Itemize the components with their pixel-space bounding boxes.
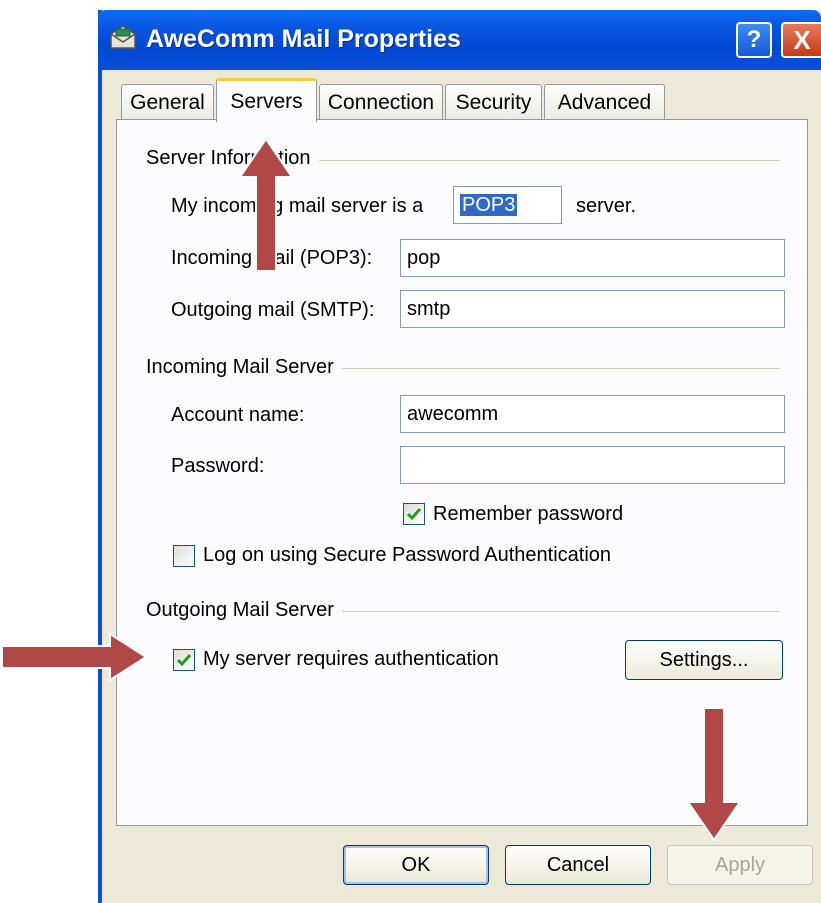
tab-connection[interactable]: Connection: [319, 84, 443, 120]
spa-checkbox[interactable]: [173, 545, 195, 567]
outgoing-mail-label: Outgoing mail (SMTP):: [171, 299, 375, 321]
password-label: Password:: [171, 455, 265, 477]
cancel-button[interactable]: Cancel: [505, 845, 651, 885]
mail-server-icon: [108, 24, 138, 52]
incoming-mail-field[interactable]: pop: [400, 239, 785, 277]
server-type-value: POP3: [460, 194, 518, 216]
tab-servers[interactable]: Servers: [216, 78, 317, 122]
ok-button[interactable]: OK: [343, 845, 489, 885]
remember-password-checkbox[interactable]: [403, 503, 425, 525]
outgoing-server-heading: Outgoing Mail Server: [146, 599, 342, 622]
window-title: AweComm Mail Properties: [146, 25, 461, 53]
settings-button[interactable]: Settings...: [625, 640, 783, 680]
incoming-server-heading: Incoming Mail Server: [146, 356, 342, 379]
spa-label[interactable]: Log on using Secure Password Authenticat…: [203, 544, 611, 567]
close-button[interactable]: X: [781, 22, 821, 58]
apply-button[interactable]: Apply: [667, 845, 813, 885]
checkmark-icon: [406, 508, 422, 521]
tab-advanced[interactable]: Advanced: [544, 84, 665, 120]
remember-password-label[interactable]: Remember password: [433, 503, 623, 526]
checkmark-icon: [176, 654, 192, 667]
annotation-arrow-down-icon: [684, 706, 744, 842]
server-type-suffix-label: server.: [576, 195, 637, 217]
password-field[interactable]: [400, 446, 785, 484]
requires-authentication-label[interactable]: My server requires authentication: [203, 648, 499, 671]
account-name-label: Account name:: [171, 404, 305, 426]
tab-security[interactable]: Security: [445, 84, 542, 120]
help-button[interactable]: ?: [736, 22, 772, 58]
requires-authentication-checkbox[interactable]: [173, 649, 195, 671]
annotation-arrow-up-icon: [236, 137, 296, 273]
server-type-prefix-label: My incoming mail server is a: [171, 195, 424, 217]
annotation-arrow-right-icon: [0, 632, 150, 682]
outgoing-mail-field[interactable]: smtp: [400, 290, 785, 328]
account-name-field[interactable]: awecomm: [400, 395, 785, 433]
server-type-field[interactable]: POP3: [453, 186, 562, 224]
tab-general[interactable]: General: [121, 84, 214, 120]
